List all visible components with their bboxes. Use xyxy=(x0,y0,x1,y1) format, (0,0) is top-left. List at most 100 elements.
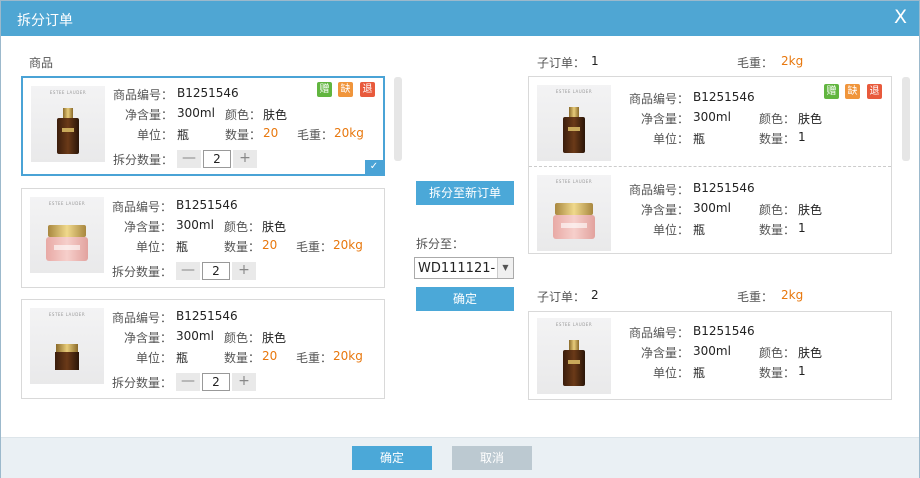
suborder-label: 子订单： xyxy=(537,56,586,70)
color-value: 肤色 xyxy=(262,220,287,234)
split-order-dialog: 拆分订单 X 商品 ESTEE LAUDER 商品编号： B1251546 净含… xyxy=(0,0,920,478)
product-image-serum-bottle: ESTEE LAUDER xyxy=(537,85,611,161)
minus-button[interactable]: — xyxy=(176,262,200,280)
volume-value: 300ml xyxy=(177,106,215,120)
volume-value: 300ml xyxy=(693,110,731,124)
product-image-serum-bottle: ESTEE LAUDER xyxy=(31,86,105,162)
suborder-label: 子订单： xyxy=(537,290,586,304)
volume-label: 净含量： xyxy=(640,203,689,217)
split-to-select[interactable]: WD111121- ▼ xyxy=(414,257,514,279)
product-card-2[interactable]: ESTEE LAUDER 商品编号： B1251546 净含量： 300ml 颜… xyxy=(21,188,385,288)
volume-value: 300ml xyxy=(176,218,214,232)
product-card-3[interactable]: ESTEE LAUDER 商品编号： B1251546 净含量： 300ml 颜… xyxy=(21,299,385,399)
shortage-badge: 缺 xyxy=(338,82,353,97)
left-scrollbar[interactable] xyxy=(394,77,402,161)
split-to-value: WD111121- xyxy=(418,261,496,276)
color-label: 颜色： xyxy=(224,108,261,122)
split-qty-input[interactable]: 2 xyxy=(202,262,230,280)
split-qty-label: 拆分数量： xyxy=(111,265,172,279)
color-value: 肤色 xyxy=(798,346,823,360)
unit-label: 单位： xyxy=(136,128,173,142)
code-label: 商品编号： xyxy=(111,200,172,214)
code-label: 商品编号： xyxy=(111,311,172,325)
split-to-label: 拆分至： xyxy=(416,237,465,251)
close-icon[interactable]: X xyxy=(894,7,907,27)
weight-label: 毛重： xyxy=(295,351,332,365)
suborder-weight-value: 2kg xyxy=(781,288,804,302)
color-label: 颜色： xyxy=(758,112,795,126)
minus-button[interactable]: — xyxy=(177,150,201,168)
product-image-eye-cream-jar: ESTEE LAUDER xyxy=(30,308,104,384)
code-label: 商品编号： xyxy=(628,183,689,197)
color-value: 肤色 xyxy=(263,108,288,122)
volume-label: 净含量： xyxy=(640,112,689,126)
gift-badge: 赠 xyxy=(317,82,332,97)
weight-label: 毛重： xyxy=(295,240,332,254)
suborder-weight-label: 毛重： xyxy=(737,290,774,304)
qty-label: 数量： xyxy=(758,366,795,380)
gift-badge: 赠 xyxy=(824,84,839,99)
products-section-label: 商品 xyxy=(29,56,54,70)
unit-label: 单位： xyxy=(652,366,689,380)
code-label: 商品编号： xyxy=(112,88,173,102)
qty-label: 数量： xyxy=(223,240,260,254)
plus-button[interactable]: + xyxy=(232,373,256,391)
suborder-1-card: ESTEE LAUDER 商品编号： B1251546 净含量： 300ml 颜… xyxy=(528,76,892,254)
unit-label: 单位： xyxy=(135,351,172,365)
suborder-2-card: ESTEE LAUDER 商品编号： B1251546 净含量： 300ml 颜… xyxy=(528,311,892,400)
weight-value: 20kg xyxy=(334,126,364,140)
qty-value: 1 xyxy=(798,364,806,378)
dialog-footer: 确定 取消 xyxy=(1,437,919,478)
split-qty-label: 拆分数量： xyxy=(112,153,173,167)
split-to-new-order-button[interactable]: 拆分至新订单 xyxy=(416,181,514,205)
color-value: 肤色 xyxy=(798,203,823,217)
right-scrollbar[interactable] xyxy=(902,77,910,161)
split-qty-input[interactable]: 2 xyxy=(202,373,230,391)
qty-value: 1 xyxy=(798,130,806,144)
cancel-button[interactable]: 取消 xyxy=(452,446,532,470)
unit-value: 瓶 xyxy=(693,223,706,237)
color-label: 颜色： xyxy=(758,203,795,217)
color-label: 颜色： xyxy=(758,346,795,360)
suborder-weight-value: 2kg xyxy=(781,54,804,68)
volume-value: 300ml xyxy=(693,201,731,215)
selected-check-icon: ✓ xyxy=(365,160,383,174)
code-value: B1251546 xyxy=(176,309,238,323)
minus-button[interactable]: — xyxy=(176,373,200,391)
unit-value: 瓶 xyxy=(176,351,189,365)
split-qty-input[interactable]: 2 xyxy=(203,150,231,168)
split-confirm-button[interactable]: 确定 xyxy=(416,287,514,311)
code-label: 商品编号： xyxy=(628,92,689,106)
unit-label: 单位： xyxy=(652,223,689,237)
suborder-weight-label: 毛重： xyxy=(737,56,774,70)
confirm-button[interactable]: 确定 xyxy=(352,446,432,470)
return-badge: 退 xyxy=(867,84,882,99)
suborder-number: 1 xyxy=(591,54,599,68)
chevron-down-icon[interactable]: ▼ xyxy=(497,258,513,278)
color-label: 颜色： xyxy=(223,220,260,234)
unit-label: 单位： xyxy=(652,132,689,146)
qty-label: 数量： xyxy=(758,132,795,146)
color-label: 颜色： xyxy=(223,331,260,345)
qty-value: 20 xyxy=(262,238,278,252)
weight-value: 20kg xyxy=(333,238,363,252)
plus-button[interactable]: + xyxy=(232,262,256,280)
unit-label: 单位： xyxy=(135,240,172,254)
qty-label: 数量： xyxy=(223,351,260,365)
product-image-serum-bottle: ESTEE LAUDER xyxy=(537,318,611,394)
qty-value: 20 xyxy=(263,126,279,140)
unit-value: 瓶 xyxy=(693,132,706,146)
unit-value: 瓶 xyxy=(693,366,706,380)
return-badge: 退 xyxy=(360,82,375,97)
volume-value: 300ml xyxy=(693,344,731,358)
color-value: 肤色 xyxy=(798,112,823,126)
unit-value: 瓶 xyxy=(177,128,190,142)
product-card-1[interactable]: ESTEE LAUDER 商品编号： B1251546 净含量： 300ml 颜… xyxy=(21,76,385,176)
volume-label: 净含量： xyxy=(123,220,172,234)
plus-button[interactable]: + xyxy=(233,150,257,168)
product-image-cream-jar: ESTEE LAUDER xyxy=(537,175,611,251)
qty-value: 20 xyxy=(262,349,278,363)
volume-label: 净含量： xyxy=(123,331,172,345)
code-value: B1251546 xyxy=(177,86,239,100)
qty-value: 1 xyxy=(798,221,806,235)
